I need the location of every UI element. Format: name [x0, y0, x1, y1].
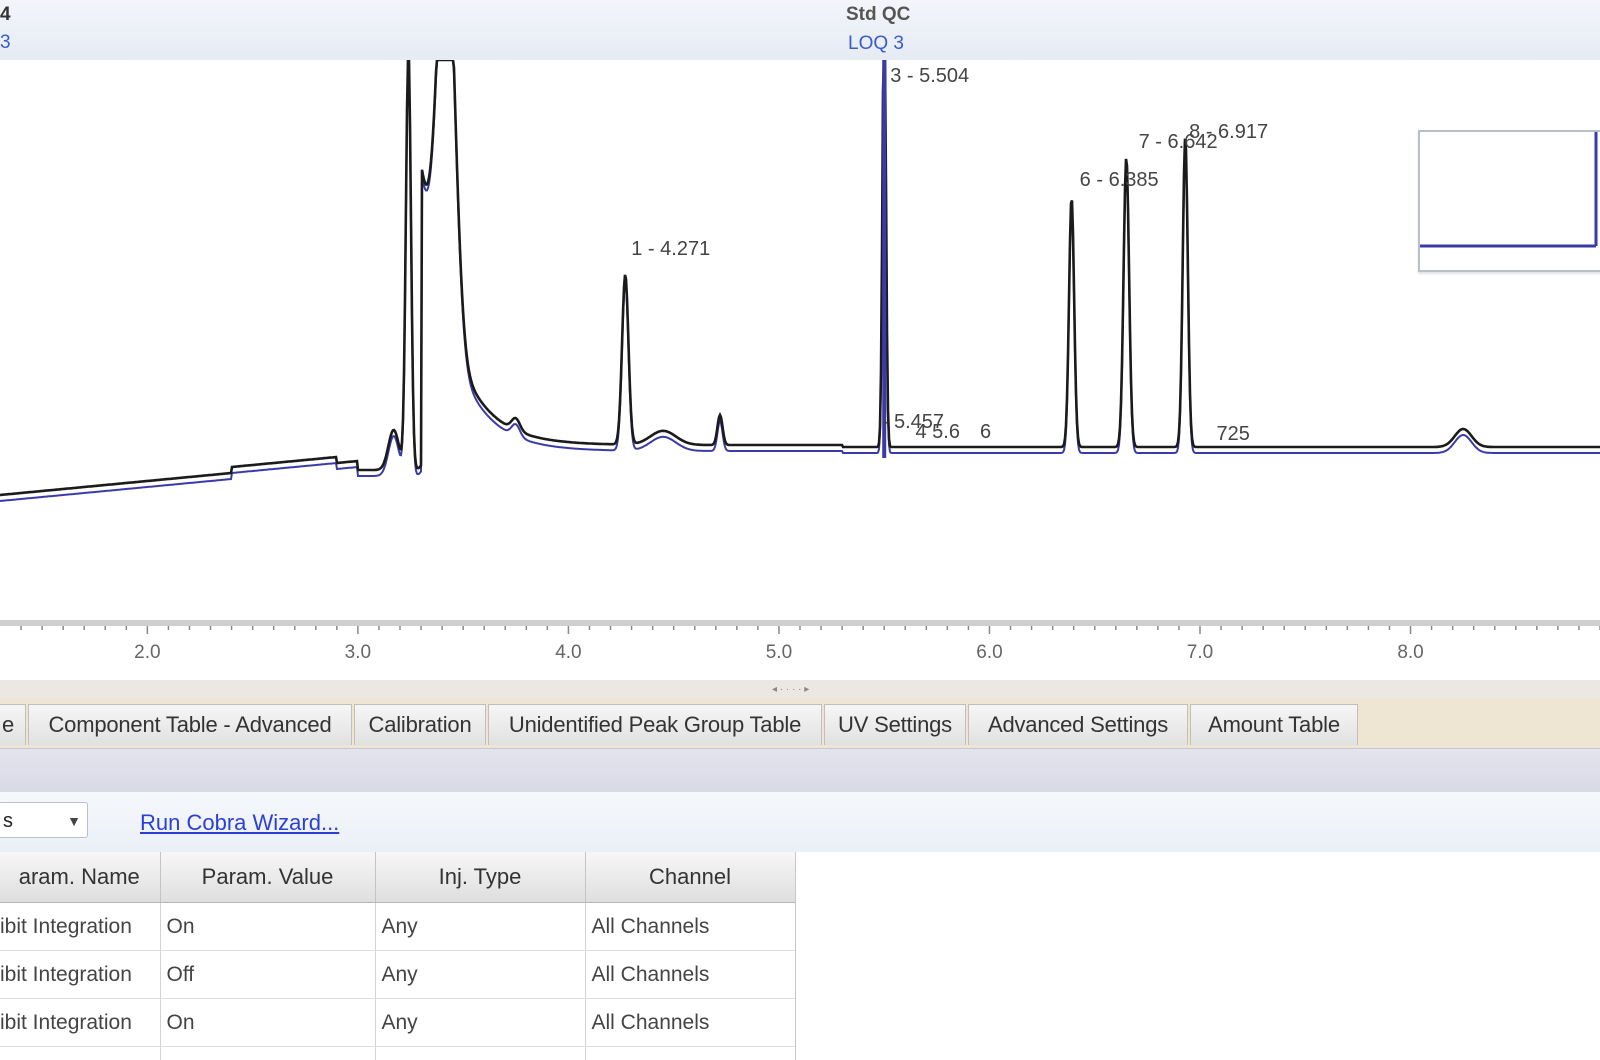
cell-channel[interactable]: All Channels — [585, 902, 795, 951]
cell-param-value[interactable]: Off — [160, 950, 376, 999]
table-toolbar: s ▼ Run Cobra Wizard... — [0, 792, 1600, 852]
chromatogram-header: 4 3 Std QC LOQ 3 — [0, 0, 1600, 62]
table-row[interactable]: ibit Integration On Any All Channels — [0, 902, 795, 951]
pane-splitter[interactable]: ◂ · · · · ▸ — [0, 680, 1600, 698]
tab-unidentified-peak-group-table[interactable]: Unidentified Peak Group Table — [488, 704, 822, 745]
peak-label[interactable]: 4 5.6 6 — [915, 421, 991, 443]
filter-dropdown[interactable]: s ▼ — [0, 802, 88, 838]
peak-label[interactable]: 1 - 4.271 — [631, 238, 710, 260]
cell-channel[interactable] — [585, 1046, 795, 1060]
loq-label: LOQ 3 — [848, 33, 904, 54]
table-row[interactable]: ibit Integration Off Any All Channels — [0, 950, 795, 999]
peak-label[interactable]: 6 - 6.385 — [1080, 169, 1159, 191]
x-tick-label: 8.0 — [1397, 642, 1423, 663]
tab-component-table-advanced[interactable]: Component Table - Advanced — [28, 704, 352, 745]
x-axis-line — [0, 620, 1600, 626]
column-header-param-name[interactable]: aram. Name — [0, 852, 161, 903]
cell-channel[interactable]: All Channels — [585, 950, 795, 999]
chevron-down-icon: ▼ — [67, 813, 81, 829]
cell-param-name[interactable]: ibit Integration — [0, 998, 161, 1047]
x-tick-label: 6.0 — [976, 642, 1002, 663]
cell-inj-type[interactable]: Any — [375, 950, 586, 999]
trace-black-series — [0, 60, 1600, 497]
run-cobra-wizard-link[interactable]: Run Cobra Wizard... — [140, 810, 339, 836]
peak-label[interactable]: 3 - 5.504 — [890, 65, 969, 87]
cell-channel[interactable]: All Channels — [585, 998, 795, 1047]
x-tick-label: 5.0 — [766, 642, 792, 663]
std-qc-label: Std QC — [846, 4, 911, 25]
cell-param-name[interactable] — [0, 1046, 161, 1060]
column-header-inj-type[interactable]: Inj. Type — [375, 852, 586, 903]
tab-amount-table[interactable]: Amount Table — [1190, 704, 1358, 745]
sample-name-label: 4 — [0, 4, 11, 25]
chromatogram-svg: 2.0 3.0 4.0 5.0 6.0 7.0 8.0 1 - 4.271 3 - 5.504… — [0, 60, 1600, 663]
tab-calibration[interactable]: Calibration — [354, 704, 486, 745]
tab-panel-header — [0, 748, 1600, 793]
x-tick-label: 2.0 — [134, 642, 160, 663]
cell-param-name[interactable]: ibit Integration — [0, 950, 161, 999]
peak-label[interactable]: 725 — [1217, 423, 1250, 445]
tab-uv-settings[interactable]: UV Settings — [824, 704, 966, 745]
cell-inj-type[interactable] — [375, 1046, 586, 1060]
cell-param-value[interactable]: On — [160, 998, 376, 1047]
sample-sub-label: 3 — [0, 32, 11, 53]
cell-param-value[interactable]: On — [160, 902, 376, 951]
x-tick-label: 4.0 — [555, 642, 581, 663]
chromatogram-chart[interactable]: 2.0 3.0 4.0 5.0 6.0 7.0 8.0 1 - 4.271 3 - 5.504… — [0, 60, 1600, 680]
trace-blue-series — [0, 60, 1600, 502]
cell-param-value[interactable] — [160, 1046, 376, 1060]
peak-label[interactable]: 8 - 6.917 — [1189, 121, 1268, 143]
x-tick-label: 3.0 — [345, 642, 371, 663]
integration-param-table: aram. Name Param. Value Inj. Type Channe… — [0, 852, 796, 1060]
cell-param-name[interactable]: ibit Integration — [0, 902, 161, 951]
dropdown-value: s — [3, 810, 13, 832]
tab-advanced-settings[interactable]: Advanced Settings — [968, 704, 1188, 745]
table-header-row: aram. Name Param. Value Inj. Type Channe… — [0, 852, 795, 903]
cell-inj-type[interactable]: Any — [375, 998, 586, 1047]
table-row[interactable] — [0, 1046, 795, 1060]
cell-inj-type[interactable]: Any — [375, 902, 586, 951]
column-header-param-value[interactable]: Param. Value — [160, 852, 376, 903]
column-header-channel[interactable]: Channel — [585, 852, 795, 903]
x-tick-label: 7.0 — [1187, 642, 1213, 663]
tab-strip: e Component Table - Advanced Calibration… — [0, 698, 1600, 748]
table-row[interactable]: ibit Integration On Any All Channels — [0, 998, 795, 1047]
tab-table[interactable]: e — [0, 704, 26, 745]
svg-text:◂ · · · · ▸: ◂ · · · · ▸ — [772, 684, 809, 695]
overview-inset[interactable] — [1418, 130, 1600, 272]
